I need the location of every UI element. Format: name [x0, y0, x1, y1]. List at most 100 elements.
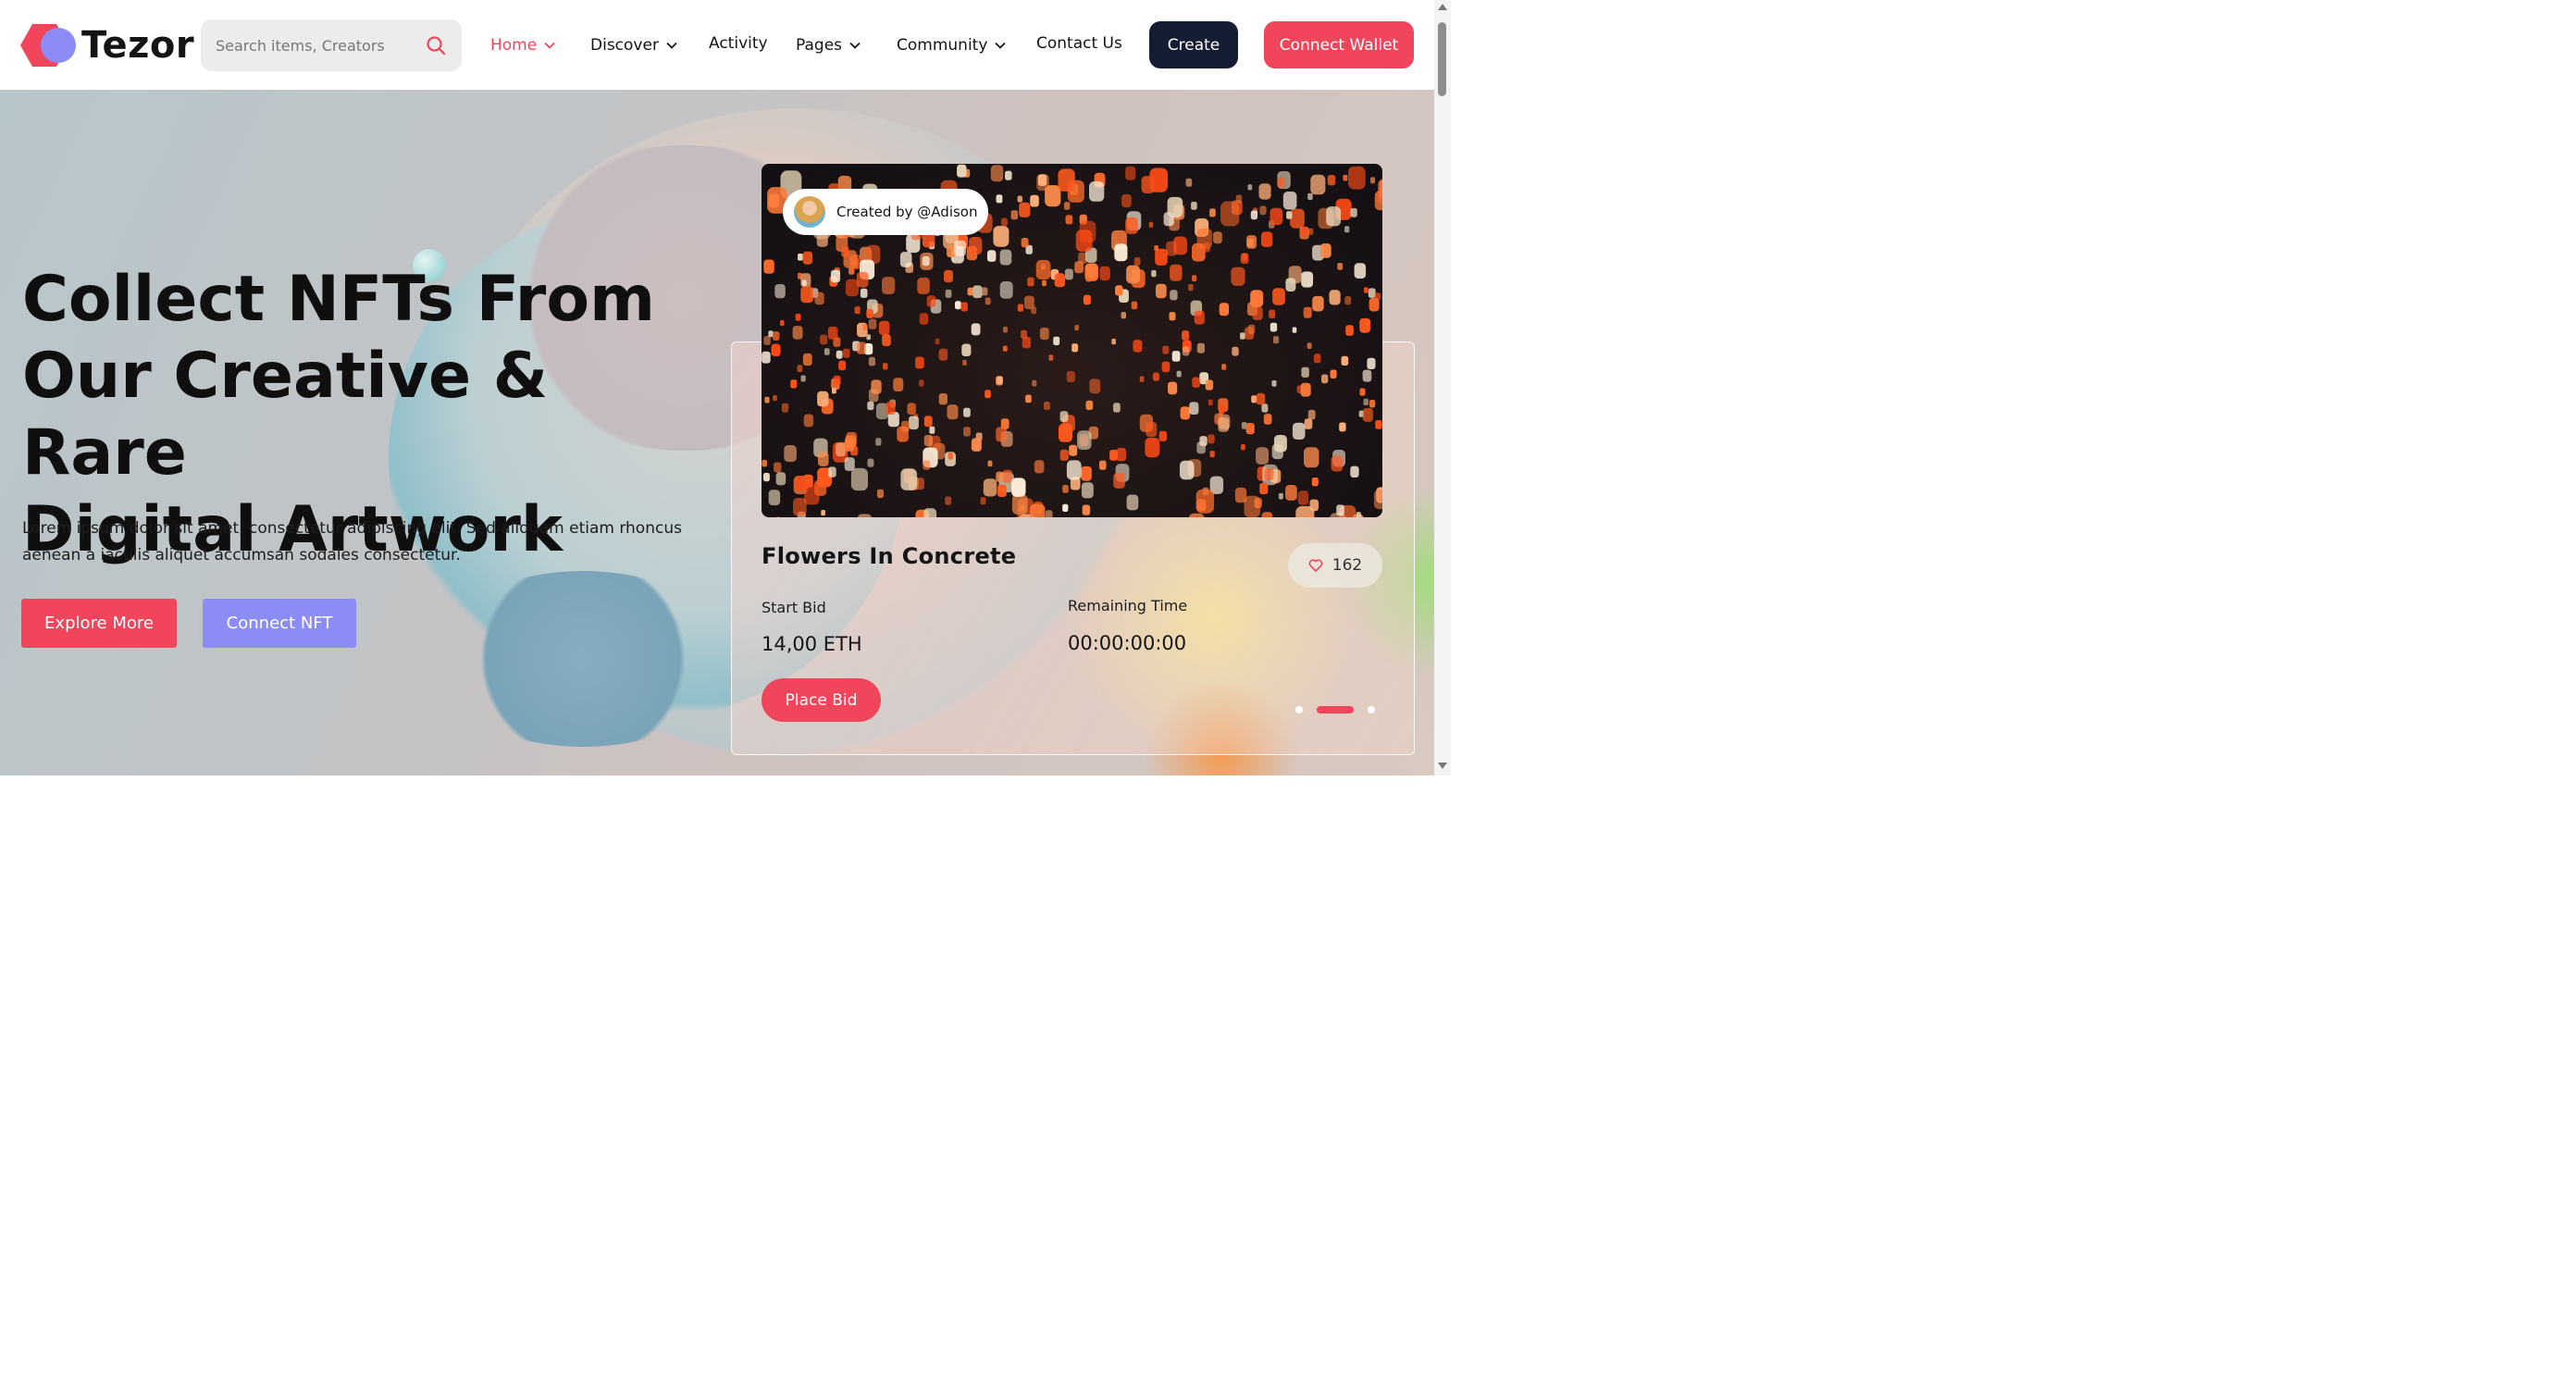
lantern-shape [1308, 228, 1314, 235]
like-count: 162 [1331, 556, 1363, 575]
lantern-shape [1273, 336, 1280, 344]
lantern-shape [967, 287, 973, 296]
lantern-shape [1269, 322, 1278, 332]
search-icon[interactable] [426, 35, 446, 56]
lantern-shape [1261, 512, 1273, 517]
lantern-shape [1030, 194, 1039, 207]
hero-title-line: Collect NFTs From [22, 263, 655, 336]
connect-wallet-button[interactable]: Connect Wallet [1264, 21, 1414, 68]
lantern-shape [1321, 374, 1329, 384]
lantern-shape [1247, 324, 1256, 334]
lantern-shape [841, 246, 849, 257]
lantern-shape [1113, 472, 1125, 489]
search-input[interactable] [201, 19, 462, 71]
lantern-shape [1375, 420, 1382, 429]
lantern-shape [768, 490, 781, 506]
lantern-shape [1148, 221, 1154, 228]
hero-description: Lorem ipsum dolor sit amet, consectetur … [22, 519, 682, 564]
lantern-shape [1208, 434, 1215, 444]
lantern-shape [1086, 263, 1097, 279]
nav-pages[interactable]: Pages [796, 31, 861, 59]
lantern-shape [957, 164, 967, 178]
lantern-shape [900, 468, 918, 490]
lantern-shape [844, 457, 855, 471]
lantern-shape [1192, 377, 1200, 388]
chevron-down-icon [995, 42, 1007, 49]
lantern-shape [1220, 201, 1240, 227]
lantern-shape [1221, 364, 1227, 370]
lantern-shape [1341, 355, 1349, 366]
lantern-shape [1125, 166, 1136, 180]
lantern-shape [836, 442, 847, 457]
lantern-shape [1350, 207, 1357, 217]
lantern-shape [1203, 242, 1210, 253]
lantern-shape [1209, 451, 1215, 458]
connect-nft-button[interactable]: Connect NFT [203, 599, 356, 648]
create-button[interactable]: Create [1149, 21, 1238, 68]
lantern-shape [1037, 174, 1047, 186]
lantern-shape [1171, 351, 1181, 362]
lantern-shape [1208, 399, 1213, 406]
lantern-shape [1035, 259, 1051, 279]
nav-community[interactable]: Community [897, 31, 1007, 59]
lantern-shape [1326, 206, 1342, 227]
lantern-shape [866, 308, 873, 318]
lantern-shape [1286, 211, 1293, 219]
nav-home[interactable]: Home [490, 31, 555, 59]
lantern-shape [1054, 273, 1065, 288]
scroll-down-arrow-icon[interactable] [1438, 763, 1447, 769]
place-bid-button[interactable]: Place Bid [762, 678, 881, 722]
lantern-shape [798, 254, 803, 261]
lantern-shape [1259, 205, 1267, 216]
lantern-shape [1082, 504, 1091, 515]
lantern-shape [1011, 493, 1028, 515]
chevron-down-icon [544, 42, 555, 49]
lantern-shape [1011, 478, 1026, 497]
carousel-dot[interactable] [1295, 706, 1303, 713]
lantern-shape [828, 466, 836, 478]
lantern-shape [1003, 345, 1008, 352]
explore-more-button[interactable]: Explore More [21, 599, 177, 648]
lantern-shape [1251, 395, 1257, 403]
scrollbar-thumb[interactable] [1438, 22, 1446, 96]
lantern-shape [1292, 327, 1297, 333]
page-scrollbar[interactable] [1434, 0, 1451, 775]
lantern-shape [929, 426, 935, 434]
lantern-shape [985, 390, 991, 399]
lantern-shape [1304, 447, 1319, 468]
lantern-shape [922, 255, 930, 267]
lantern-shape [1019, 202, 1031, 217]
lantern-shape [1368, 400, 1376, 408]
lantern-shape [1089, 378, 1101, 394]
lantern-shape [1232, 346, 1239, 356]
lantern-shape [909, 416, 919, 430]
scroll-up-arrow-icon[interactable] [1438, 4, 1447, 10]
lantern-shape [1234, 487, 1247, 503]
lantern-shape [1269, 309, 1276, 318]
lantern-shape [1131, 301, 1138, 310]
lantern-shape [935, 338, 940, 345]
carousel-dot[interactable] [1368, 706, 1375, 713]
lantern-shape [1339, 422, 1346, 432]
nav-discover[interactable]: Discover [590, 31, 677, 59]
nav-activity[interactable]: Activity [709, 30, 768, 57]
lantern-shape [1310, 174, 1326, 195]
lantern-shape [836, 350, 843, 359]
lantern-shape [1126, 265, 1140, 284]
lantern-shape [886, 402, 896, 415]
lantern-shape [1368, 297, 1380, 312]
nav-contact-us[interactable]: Contact Us [1036, 30, 1122, 57]
lantern-shape [987, 460, 993, 467]
like-button[interactable]: 162 [1288, 543, 1382, 588]
lantern-shape [1250, 210, 1258, 220]
lantern-shape [1309, 499, 1319, 512]
lantern-shape [1031, 306, 1037, 315]
lantern-shape [1285, 278, 1296, 292]
creator-badge[interactable]: Created by @Adison [783, 189, 988, 235]
lantern-shape [1188, 283, 1194, 292]
lantern-shape [1343, 174, 1348, 181]
lantern-shape [1116, 448, 1127, 462]
lantern-shape [1311, 478, 1319, 487]
brand-logo[interactable]: Tezor [20, 22, 194, 68]
carousel-dot-active[interactable] [1317, 706, 1354, 713]
